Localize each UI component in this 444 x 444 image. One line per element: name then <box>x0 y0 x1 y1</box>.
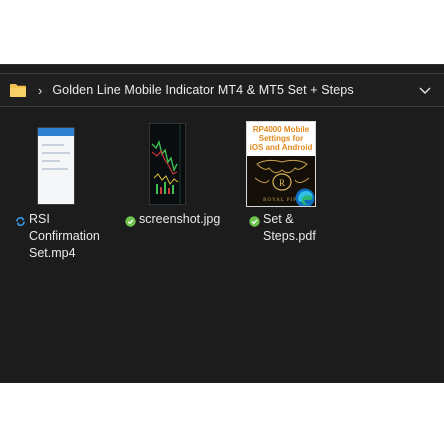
file-name-line: Steps.pdf <box>263 229 316 243</box>
thumbnail-text: Settings for <box>258 134 304 143</box>
video-thumbnail <box>37 127 75 205</box>
sync-icon <box>15 214 26 226</box>
check-circle-icon <box>125 214 136 227</box>
address-bar[interactable]: › Golden Line Mobile Indicator MT4 & MT5… <box>0 73 444 107</box>
check-circle-icon <box>249 214 260 227</box>
thumbnail-heading: RP4000 Mobile Settings for iOS and Andro… <box>247 122 315 156</box>
file-grid: RSI Confirmation Set.mp4 screenshot.jpg … <box>0 121 444 321</box>
pdf-thumbnail: RP4000 Mobile Settings for iOS and Andro… <box>246 121 316 207</box>
file-name-line: Set & <box>263 212 294 226</box>
file-name[interactable]: RSI Confirmation Set.mp4 <box>29 211 109 262</box>
file-name-line: screenshot.jpg <box>139 212 221 226</box>
file-name[interactable]: Set & Steps.pdf <box>263 211 343 245</box>
chevron-down-icon[interactable] <box>418 83 432 97</box>
breadcrumb-path[interactable]: Golden Line Mobile Indicator MT4 & MT5 S… <box>52 83 353 97</box>
svg-text:R: R <box>279 178 285 188</box>
thumbnail-text: RP4000 Mobile <box>252 125 310 134</box>
breadcrumb-separator: › <box>38 82 43 98</box>
file-explorer-window: › Golden Line Mobile Indicator MT4 & MT5… <box>0 64 444 383</box>
file-name-line: Set.mp4 <box>29 246 76 260</box>
folder-icon <box>10 83 26 97</box>
thumbnail-text: iOS and Android <box>249 143 313 152</box>
image-thumbnail <box>149 123 186 205</box>
file-name-line: Confirmation <box>29 229 100 243</box>
edge-browser-icon <box>295 188 315 206</box>
file-name-line: RSI <box>29 212 50 226</box>
file-name[interactable]: screenshot.jpg <box>139 211 249 228</box>
